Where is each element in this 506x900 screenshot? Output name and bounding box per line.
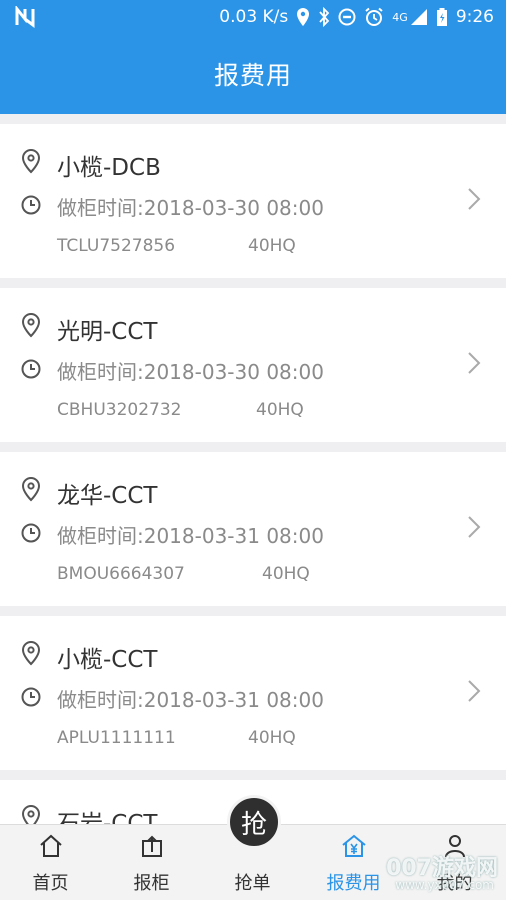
battery-icon bbox=[436, 8, 447, 26]
location-pin-icon bbox=[21, 312, 41, 338]
yen-house-icon bbox=[341, 834, 366, 857]
clock-icon bbox=[21, 195, 41, 215]
container-type: 40HQ bbox=[262, 564, 310, 584]
location-icon bbox=[297, 8, 310, 26]
network-type: 4G bbox=[392, 10, 408, 24]
chevron-right-icon[interactable] bbox=[466, 678, 482, 704]
record-card[interactable]: 光明-CCT 做柜时间:2018-03-30 08:00 CBHU3202732… bbox=[0, 288, 506, 442]
clock-time: 9:26 bbox=[455, 7, 494, 27]
container-number: APLU1111111 bbox=[57, 728, 176, 748]
record-time: 做柜时间:2018-03-30 08:00 bbox=[57, 360, 324, 384]
record-title: 小榄-CCT bbox=[57, 647, 158, 673]
tab-report-container[interactable]: 报柜 bbox=[101, 825, 202, 900]
container-type: 40HQ bbox=[248, 728, 296, 748]
record-title: 龙华-CCT bbox=[57, 483, 158, 509]
chevron-right-icon[interactable] bbox=[466, 186, 482, 212]
chevron-right-icon[interactable] bbox=[466, 514, 482, 540]
record-title: 光明-CCT bbox=[57, 319, 158, 345]
record-card[interactable]: 小榄-CCT 做柜时间:2018-03-31 08:00 APLU1111111… bbox=[0, 616, 506, 770]
location-pin-icon bbox=[21, 640, 41, 666]
container-number: TCLU7527856 bbox=[57, 236, 176, 256]
app-bar: 报费用 bbox=[0, 34, 506, 114]
net-speed: 0.03 K/s bbox=[219, 7, 289, 27]
chevron-right-icon[interactable] bbox=[466, 350, 482, 376]
container-type: 40HQ bbox=[248, 236, 296, 256]
dnd-icon bbox=[338, 8, 356, 26]
clock-icon bbox=[21, 359, 41, 379]
clock-icon bbox=[21, 687, 41, 707]
record-time: 做柜时间:2018-03-31 08:00 bbox=[57, 688, 324, 712]
location-pin-icon bbox=[21, 148, 41, 174]
grab-order-button[interactable]: 抢 bbox=[227, 795, 281, 849]
record-card[interactable]: 龙华-CCT 做柜时间:2018-03-31 08:00 BMOU6664307… bbox=[0, 452, 506, 606]
upload-box-icon bbox=[141, 835, 162, 857]
tab-label: 报柜 bbox=[133, 873, 170, 894]
alarm-icon bbox=[365, 7, 383, 26]
container-number: CBHU3202732 bbox=[57, 400, 182, 420]
signal-icon bbox=[410, 9, 427, 25]
page-title: 报费用 bbox=[213, 61, 292, 90]
tab-home[interactable]: 首页 bbox=[0, 825, 101, 900]
container-number: BMOU6664307 bbox=[57, 564, 185, 584]
tab-label: 首页 bbox=[32, 873, 69, 894]
status-bar: 0.03 K/s 4G 9:26 bbox=[0, 0, 506, 34]
watermark-url: www.yx007.com bbox=[395, 878, 494, 892]
record-title: 小榄-DCB bbox=[57, 155, 161, 181]
location-pin-icon bbox=[21, 476, 41, 502]
tab-label: 抢单 bbox=[234, 873, 271, 894]
container-type: 40HQ bbox=[256, 400, 304, 420]
n-logo-icon bbox=[15, 6, 35, 28]
record-time: 做柜时间:2018-03-31 08:00 bbox=[57, 524, 324, 548]
record-card[interactable]: 小榄-DCB 做柜时间:2018-03-30 08:00 TCLU7527856… bbox=[0, 124, 506, 278]
clock-icon bbox=[21, 523, 41, 543]
record-time: 做柜时间:2018-03-30 08:00 bbox=[57, 196, 324, 220]
home-icon bbox=[39, 834, 62, 857]
bluetooth-icon bbox=[319, 7, 330, 27]
